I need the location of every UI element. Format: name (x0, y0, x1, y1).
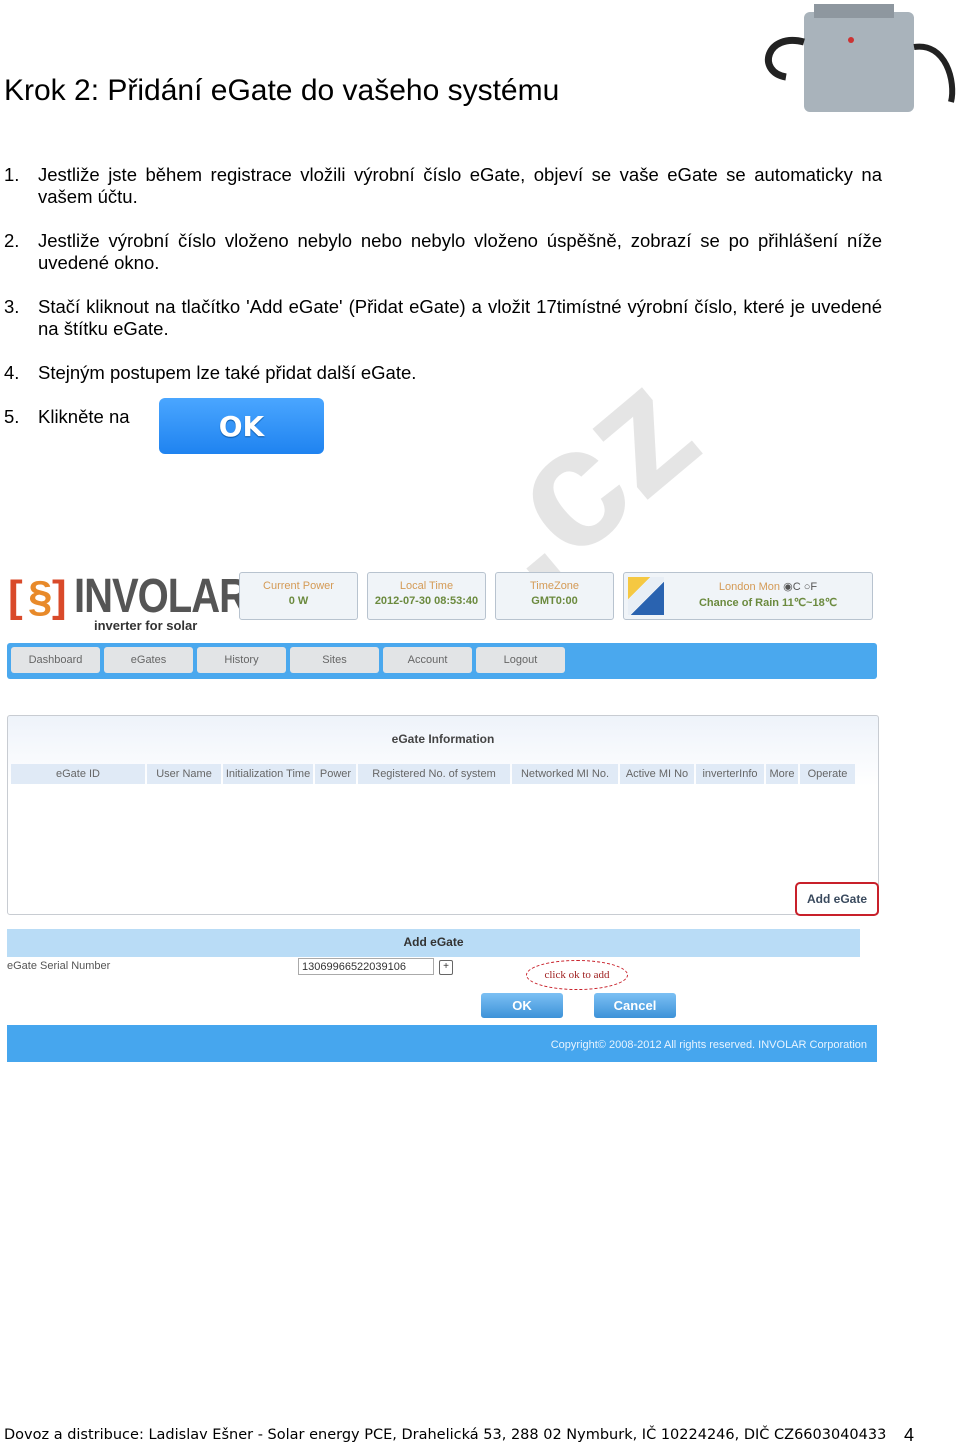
column-header: More (766, 764, 798, 784)
local-time-box: Local Time 2012-07-30 08:53:40 (367, 572, 486, 620)
tab-dashboard[interactable]: Dashboard (11, 647, 100, 673)
serial-number-label: eGate Serial Number (7, 960, 111, 972)
page-title: Krok 2: Přidání eGate do vašeho systému (4, 74, 560, 107)
serial-number-input[interactable] (298, 958, 434, 975)
column-header: Initialization Time (223, 764, 313, 784)
list-item: 4. Stejným postupem lze také přidat další… (4, 362, 417, 383)
timezone-box: TimeZone GMT0:00 (495, 572, 614, 620)
involar-logo: [ § ] INVOLAR inverter for solar (8, 570, 248, 633)
page-footer: Dovoz a distribuce: Ladislav Ešner - Sol… (4, 1427, 887, 1443)
cancel-button[interactable]: Cancel (594, 993, 676, 1018)
tab-account[interactable]: Account (383, 647, 472, 673)
weather-box: London Mon ◉C ○F Chance of Rain 11℃~18℃ (623, 572, 873, 620)
egate-information-panel: eGate Information eGate ID User Name Ini… (7, 715, 879, 916)
list-item: 3. Stačí kliknout na tlačítko 'Add eGate'… (4, 296, 882, 339)
tab-logout[interactable]: Logout (476, 647, 565, 673)
copyright-bar: Copyright© 2008-2012 All rights reserved… (7, 1025, 877, 1062)
ok-button-image: OK (159, 398, 324, 454)
tab-egates[interactable]: eGates (104, 647, 193, 673)
add-field-button[interactable]: + (439, 960, 453, 975)
column-header: Active MI No (620, 764, 694, 784)
egate-device-image (765, 4, 956, 112)
embedded-screenshot: [ § ] INVOLAR inverter for solar Current… (0, 560, 880, 1070)
weather-rain-icon (628, 577, 664, 615)
celsius-radio[interactable]: ◉ (783, 581, 793, 593)
main-nav: Dashboard eGates History Sites Account L… (7, 643, 877, 679)
document-page: .cz Krok 2: Přidání eGate do vašeho syst… (0, 0, 960, 1447)
panel-title: eGate Information (391, 732, 495, 746)
click-ok-annotation: click ok to add (526, 960, 628, 990)
column-header: Operate (800, 764, 855, 784)
list-item: 5. Klikněte na (4, 406, 130, 427)
tab-history[interactable]: History (197, 647, 286, 673)
list-item: 1. Jestliže jste během registrace vložili… (4, 164, 882, 207)
add-egate-button[interactable]: Add eGate (795, 882, 879, 916)
column-header: eGate ID (11, 764, 145, 784)
column-header: inverterInfo (696, 764, 764, 784)
column-header: Power (315, 764, 356, 784)
current-power-box: Current Power 0 W (239, 572, 358, 620)
ok-button[interactable]: OK (481, 993, 563, 1018)
column-header: Registered No. of system (358, 764, 510, 784)
list-item: 2. Jestliže výrobní číslo vloženo nebylo … (4, 230, 882, 273)
column-header: User Name (147, 764, 221, 784)
tab-sites[interactable]: Sites (290, 647, 379, 673)
page-number: 4 (904, 1425, 915, 1445)
steps-list: 1. Jestliže jste během registrace vložili… (4, 164, 882, 450)
table-header: eGate ID User Name Initialization Time P… (11, 764, 857, 784)
add-egate-title: Add eGate (7, 929, 860, 957)
column-header: Networked MI No. (512, 764, 618, 784)
